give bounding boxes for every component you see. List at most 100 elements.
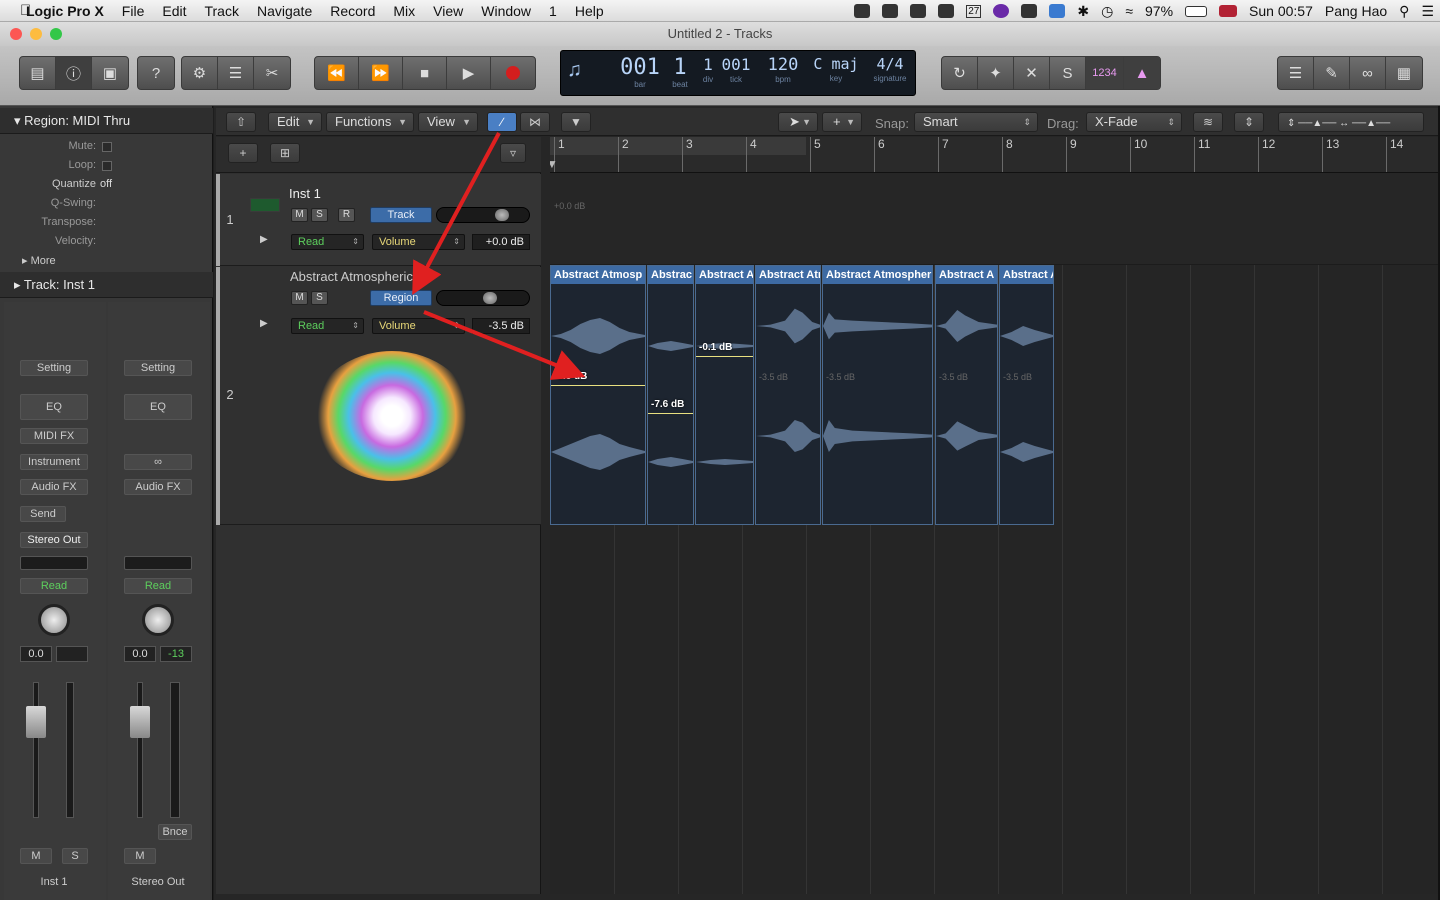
bounce-button[interactable]: Bnce bbox=[158, 824, 192, 840]
metronome-icon[interactable]: ▲ bbox=[1124, 57, 1160, 89]
global-tracks-icon[interactable]: ▿ bbox=[500, 143, 526, 163]
track-mute-button[interactable]: M bbox=[291, 291, 308, 305]
lcd-tempo[interactable]: 120 bbox=[768, 55, 799, 75]
go-up-icon[interactable]: ⇧ bbox=[226, 112, 256, 132]
fast-forward-icon[interactable]: ⏩ bbox=[359, 57, 403, 89]
audio-region[interactable]: Abstract A -3.5 dB bbox=[935, 265, 998, 525]
instrument-slot[interactable]: Instrument bbox=[20, 454, 88, 470]
more-disclosure[interactable]: ▸ More bbox=[22, 254, 56, 267]
autopunch-icon[interactable]: ✕ bbox=[1014, 57, 1050, 89]
setting-button[interactable]: Setting bbox=[124, 360, 192, 376]
mute-checkbox[interactable] bbox=[102, 142, 112, 152]
volume-fader-cap[interactable] bbox=[26, 706, 46, 738]
audio-region[interactable]: Abstract A -0.1 dB bbox=[695, 265, 754, 525]
mixer-icon[interactable]: ☰ bbox=[218, 57, 254, 89]
calendar-icon[interactable]: 27 bbox=[966, 4, 982, 18]
tracks-canvas[interactable]: +0.0 dB Abstract Atmosp -3.5 dB Abstrac … bbox=[550, 173, 1438, 894]
edit-menu[interactable]: Edit ▼ bbox=[268, 112, 322, 132]
region-inspector-header[interactable]: ▾ Region: MIDI Thru bbox=[0, 108, 213, 134]
volume-automation-line[interactable] bbox=[696, 356, 753, 357]
flex-icon[interactable]: ⋈ bbox=[520, 112, 550, 132]
evernote-icon[interactable] bbox=[882, 4, 899, 18]
tuner-icon[interactable]: ♫ bbox=[567, 59, 582, 82]
track-inspector-header[interactable]: ▸ Track: Inst 1 bbox=[0, 272, 213, 298]
disclosure-triangle-icon[interactable]: ▶ bbox=[260, 318, 268, 329]
track-name[interactable]: Abstract Atmospheric 10 bbox=[290, 269, 431, 284]
functions-menu[interactable]: Functions ▼ bbox=[326, 112, 414, 132]
menu-edit[interactable]: Edit bbox=[153, 3, 195, 19]
group-slot[interactable] bbox=[124, 556, 192, 570]
setting-button[interactable]: Setting bbox=[20, 360, 88, 376]
play-icon[interactable]: ▶ bbox=[447, 57, 491, 89]
track-solo-button[interactable]: S bbox=[311, 291, 328, 305]
menu-track[interactable]: Track bbox=[195, 3, 247, 19]
inspector-icon[interactable]: ⓘ bbox=[56, 57, 92, 89]
lcd-display[interactable]: ♫ 001 bar 1 beat 1 div 001 tick 120 bpm C maj… bbox=[560, 50, 916, 96]
zoom-window-button[interactable] bbox=[50, 28, 62, 40]
volume-fader-track[interactable] bbox=[33, 682, 39, 818]
minimize-window-button[interactable] bbox=[30, 28, 42, 40]
disclosure-triangle-icon[interactable]: ▶ bbox=[260, 234, 268, 245]
record-icon[interactable] bbox=[491, 57, 535, 89]
region-automation-mode-button[interactable]: Region bbox=[370, 290, 432, 306]
send-slot[interactable]: Send bbox=[20, 506, 66, 522]
close-window-button[interactable] bbox=[10, 28, 22, 40]
menu-help[interactable]: Help bbox=[566, 3, 613, 19]
notification-center-icon[interactable]: ☰ bbox=[1421, 3, 1434, 20]
automation-param-select[interactable]: Volume ⇕ bbox=[372, 318, 465, 334]
pan-knob[interactable] bbox=[142, 604, 174, 636]
apple-menu-icon[interactable]:  bbox=[0, 2, 31, 19]
group-slot[interactable] bbox=[20, 556, 88, 570]
flag-icon[interactable] bbox=[1219, 5, 1238, 17]
editors-icon[interactable]: ✂ bbox=[254, 57, 290, 89]
clock[interactable]: Sun 00:57 bbox=[1249, 3, 1313, 19]
count-in-button[interactable]: 1234 bbox=[1086, 57, 1124, 89]
vertical-zoom-icon[interactable]: ⇕ bbox=[1234, 112, 1264, 132]
battery-icon[interactable] bbox=[1185, 5, 1208, 17]
automation-read-button[interactable]: Read bbox=[124, 578, 192, 594]
automation-db-value[interactable]: -3.5 dB bbox=[472, 318, 530, 334]
browsers-icon[interactable]: ▦ bbox=[1386, 57, 1422, 89]
pan-knob[interactable] bbox=[38, 604, 70, 636]
colorsync-icon[interactable] bbox=[993, 4, 1010, 18]
audio-region[interactable]: Abstract A -3.5 dB bbox=[999, 265, 1054, 525]
library-icon[interactable]: ▤ bbox=[20, 57, 56, 89]
quick-help-icon[interactable]: ? bbox=[138, 57, 174, 89]
audio-fx-slot[interactable]: Audio FX bbox=[20, 479, 88, 495]
add-track-icon[interactable]: + bbox=[228, 143, 258, 163]
stereo-link-icon[interactable]: ∞ bbox=[124, 454, 192, 470]
list-editors-icon[interactable]: ☰ bbox=[1278, 57, 1314, 89]
track-name[interactable]: Inst 1 bbox=[289, 186, 321, 201]
audio-region[interactable]: Abstract Atmospher -3.5 dB bbox=[822, 265, 933, 525]
spotlight-icon[interactable]: ⚲ bbox=[1399, 3, 1409, 20]
output-slot[interactable]: Stereo Out bbox=[20, 532, 88, 548]
midi-fx-slot[interactable]: MIDI FX bbox=[20, 428, 88, 444]
track-record-button[interactable]: R bbox=[338, 208, 355, 222]
battery-percent[interactable]: 97% bbox=[1145, 3, 1173, 19]
strip-solo-button[interactable]: S bbox=[62, 848, 88, 864]
bluetooth-icon[interactable]: ✱ bbox=[1077, 3, 1089, 20]
smart-controls-icon[interactable]: ⚙ bbox=[182, 57, 218, 89]
volume-fader-track[interactable] bbox=[137, 682, 143, 818]
snap-select[interactable]: Smart ⇕ bbox=[914, 112, 1038, 132]
rewind-icon[interactable]: ⏪ bbox=[315, 57, 359, 89]
menu-view[interactable]: View bbox=[424, 3, 472, 19]
dropbox-icon[interactable] bbox=[1021, 4, 1038, 18]
app-status-icon[interactable] bbox=[1049, 4, 1066, 18]
track-automation-mode-button[interactable]: Track bbox=[370, 207, 432, 223]
toolbar-icon[interactable]: ▣ bbox=[92, 57, 128, 89]
automation-db-value[interactable]: +0.0 dB bbox=[472, 234, 530, 250]
adobe-icon[interactable] bbox=[854, 4, 871, 18]
menu-one[interactable]: 1 bbox=[540, 3, 566, 19]
cloud-icon[interactable] bbox=[910, 4, 927, 18]
track-volume-slider[interactable] bbox=[436, 207, 530, 223]
pan-value[interactable]: 0.0 bbox=[124, 646, 156, 662]
audio-fx-slot[interactable]: Audio FX bbox=[124, 479, 192, 495]
wifi-icon[interactable]: ≈ bbox=[1125, 3, 1133, 19]
pan-value[interactable]: 0.0 bbox=[20, 646, 52, 662]
audio-region[interactable]: Abstract Atı -3.5 dB bbox=[755, 265, 821, 525]
cycle-icon[interactable]: ↻ bbox=[942, 57, 978, 89]
menu-file[interactable]: File bbox=[113, 3, 154, 19]
solo-mode-icon[interactable]: S bbox=[1050, 57, 1086, 89]
left-click-tool[interactable]: ➤ ▼ bbox=[778, 112, 818, 132]
